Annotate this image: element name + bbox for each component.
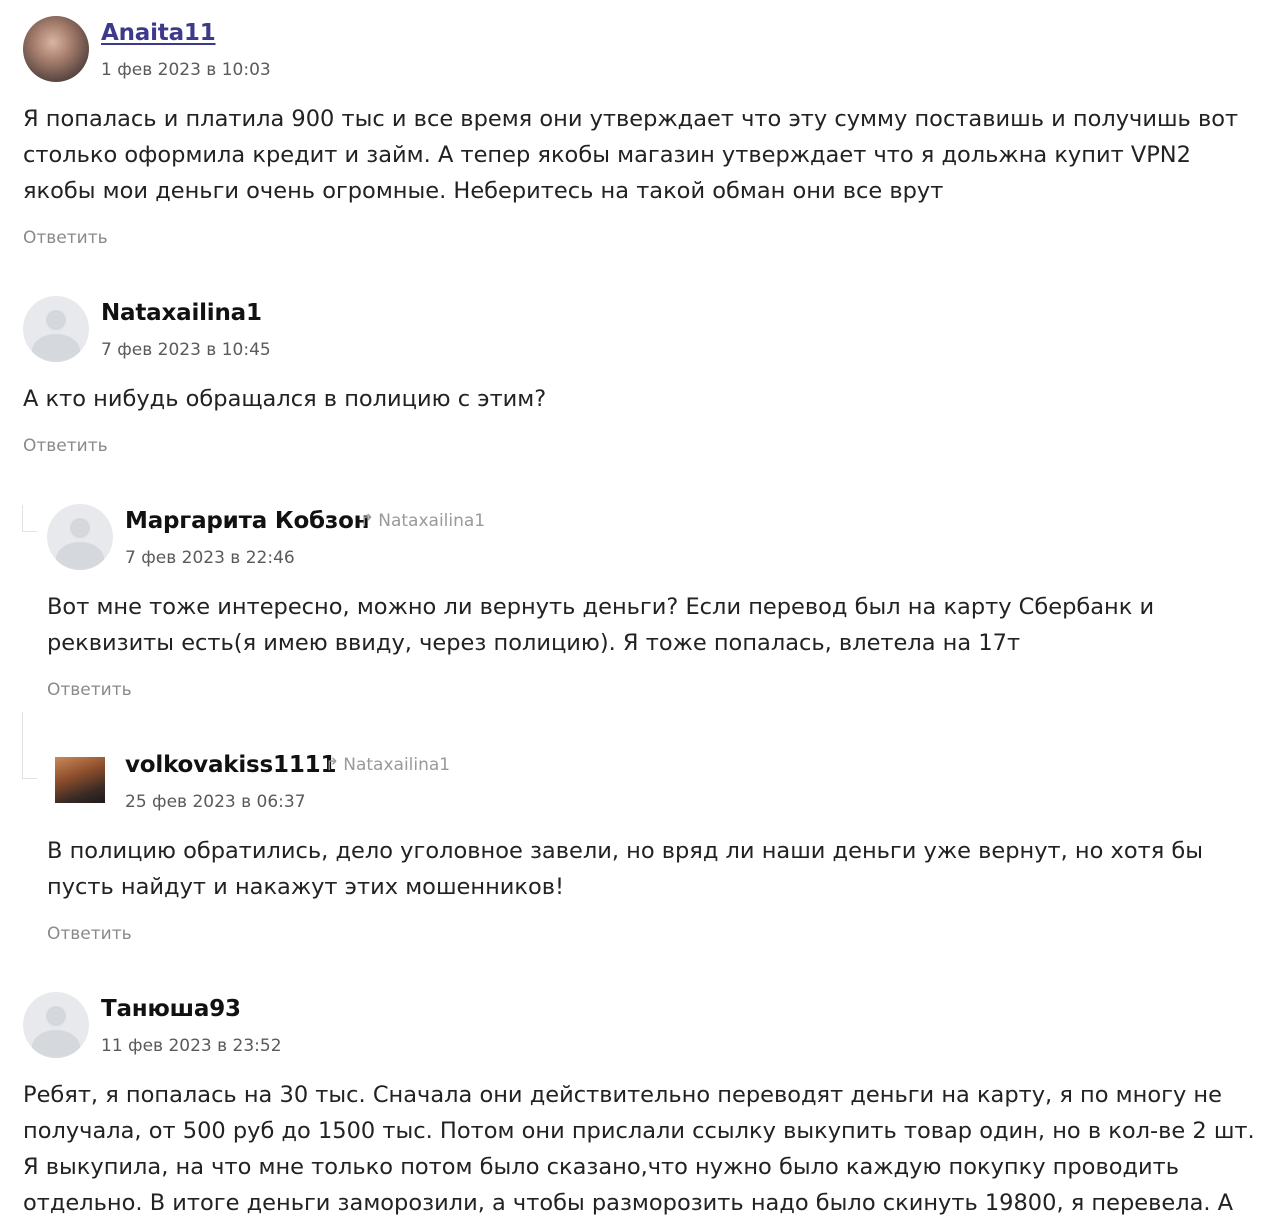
avatar[interactable]	[23, 16, 89, 82]
user-placeholder-icon[interactable]	[47, 504, 113, 570]
reply-arrow-icon: ↱	[325, 755, 340, 775]
comment-date: 7 фев 2023 в 10:45	[101, 340, 271, 360]
text-line: отдельно. В итоге деньги заморозили, а ч…	[23, 1190, 1234, 1216]
text-line: Я выкупила, на что мне только потом было…	[23, 1154, 1180, 1180]
reply-button[interactable]: Ответить	[47, 924, 132, 944]
author-name[interactable]: volkovakiss1111	[125, 752, 336, 778]
comment-date: 25 фев 2023 в 06:37	[125, 792, 306, 812]
reply-button[interactable]: Ответить	[47, 680, 132, 700]
thread-line	[22, 505, 37, 532]
comment-text: В полицию обратились, дело уголовное зав…	[47, 833, 1203, 905]
text-line: реквизиты есть(я имею ввиду, через полиц…	[47, 630, 1021, 656]
avatar[interactable]	[55, 757, 105, 803]
comment-text: Я попалась и платила 900 тыс и все время…	[23, 101, 1238, 209]
text-line: Я попалась и платила 900 тыс и все время…	[23, 106, 1239, 132]
reply-to[interactable]: ↱ Nataxailina1	[325, 755, 450, 775]
reply-to-name: Nataxailina1	[378, 511, 486, 531]
text-line: пусть найдут и накажут этих мошенников!	[47, 874, 565, 900]
reply-arrow-icon: ↱	[360, 511, 375, 531]
text-line: А кто нибудь обращался в полицию с этим?	[23, 386, 547, 412]
comment-text: Ребят, я попалась на 30 тыс. Сначала они…	[23, 1077, 1255, 1221]
reply-button[interactable]: Ответить	[23, 228, 108, 248]
author-name[interactable]: Anaita11	[101, 20, 216, 46]
thread-line	[22, 712, 37, 779]
author-name[interactable]: Танюша93	[101, 996, 241, 1022]
text-line: якобы мои деньги очень огромные. Неберит…	[23, 178, 944, 204]
reply-to-name: Nataxailina1	[343, 755, 451, 775]
reply-to[interactable]: ↱ Nataxailina1	[360, 511, 485, 531]
author-name[interactable]: Nataxailina1	[101, 300, 262, 326]
text-line: В полицию обратились, дело уголовное зав…	[47, 838, 1204, 864]
comment-date: 7 фев 2023 в 22:46	[125, 548, 295, 568]
comment-date: 1 фев 2023 в 10:03	[101, 60, 271, 80]
text-line: столько оформила кредит и займ. А тепер …	[23, 142, 1191, 168]
author-name[interactable]: Маргарита Кобзон	[125, 508, 370, 534]
user-placeholder-icon[interactable]	[23, 296, 89, 362]
text-line: Вот мне тоже интересно, можно ли вернуть…	[47, 594, 1155, 620]
comment-date: 11 фев 2023 в 23:52	[101, 1036, 282, 1056]
text-line: получала, от 500 руб до 1500 тыс. Потом …	[23, 1118, 1255, 1144]
comment-text: Вот мне тоже интересно, можно ли вернуть…	[47, 589, 1154, 661]
text-line: Ребят, я попалась на 30 тыс. Сначала они…	[23, 1082, 1222, 1108]
user-placeholder-icon[interactable]	[23, 992, 89, 1058]
reply-button[interactable]: Ответить	[23, 436, 108, 456]
comment-text: А кто нибудь обращался в полицию с этим?	[23, 381, 546, 417]
